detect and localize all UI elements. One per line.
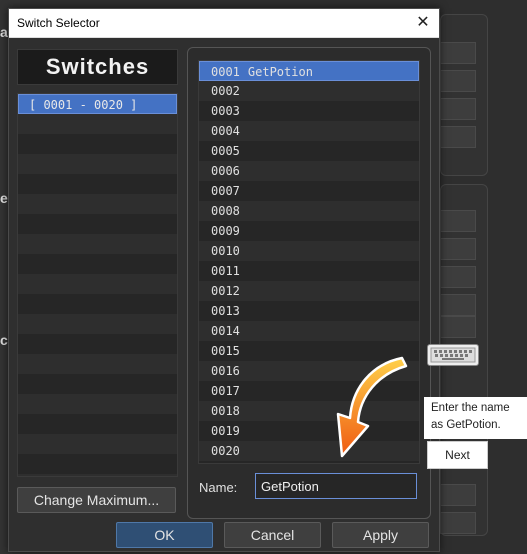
switch-id: 0020 bbox=[211, 444, 240, 458]
tip-line: as GetPotion. bbox=[431, 419, 501, 431]
switch-row[interactable]: 0006 bbox=[199, 161, 419, 181]
background-field bbox=[440, 484, 476, 506]
background-field bbox=[440, 42, 476, 64]
group-item[interactable]: [ 0001 - 0020 ] bbox=[18, 94, 177, 114]
background-field bbox=[440, 266, 476, 288]
background-field bbox=[440, 512, 476, 534]
switch-id: 0019 bbox=[211, 424, 240, 438]
switches-header-label: Switches bbox=[45, 54, 150, 79]
background-text-fragment: e bbox=[0, 190, 8, 206]
switch-id: 0008 bbox=[211, 204, 240, 218]
switch-row[interactable]: 0014 bbox=[199, 321, 419, 341]
switch-id: 0015 bbox=[211, 344, 240, 358]
switch-group-list[interactable]: [ 0001 - 0020 ] bbox=[17, 93, 178, 477]
switch-id: 0011 bbox=[211, 264, 240, 278]
background-field bbox=[440, 126, 476, 148]
switch-id: 0007 bbox=[211, 184, 240, 198]
switch-row[interactable]: 0013 bbox=[199, 301, 419, 321]
switch-row[interactable]: 0012 bbox=[199, 281, 419, 301]
next-button[interactable]: Next bbox=[427, 441, 488, 469]
apply-button[interactable]: Apply bbox=[332, 522, 429, 548]
change-maximum-button[interactable]: Change Maximum... bbox=[17, 487, 176, 513]
switch-row[interactable]: 0004 bbox=[199, 121, 419, 141]
pointer-arrow-icon bbox=[336, 356, 408, 458]
switch-id: 0009 bbox=[211, 224, 240, 238]
switch-row[interactable]: 0001 GetPotion bbox=[199, 61, 419, 81]
background-panel bbox=[440, 14, 488, 176]
dialog-titlebar[interactable]: Switch Selector ✕ bbox=[9, 9, 439, 38]
switch-id: 0003 bbox=[211, 104, 240, 118]
keyboard-icon[interactable] bbox=[427, 344, 479, 366]
switch-row[interactable]: 0003 bbox=[199, 101, 419, 121]
close-icon[interactable]: ✕ bbox=[413, 13, 433, 33]
background-field bbox=[440, 316, 476, 338]
switch-row[interactable]: 0002 bbox=[199, 81, 419, 101]
switch-selector-dialog: Switch Selector ✕ Switches [ 0001 - 0020… bbox=[8, 8, 440, 552]
switch-id: 0005 bbox=[211, 144, 240, 158]
background-field bbox=[440, 294, 476, 316]
switch-row[interactable]: 0007 bbox=[199, 181, 419, 201]
switch-name: GetPotion bbox=[247, 65, 313, 79]
name-input[interactable] bbox=[255, 473, 417, 499]
tutorial-tip: Enter the name as GetPotion. bbox=[424, 397, 527, 439]
background-text-fragment: c bbox=[0, 332, 8, 348]
switch-id: 0018 bbox=[211, 404, 240, 418]
switch-id: 0002 bbox=[211, 84, 240, 98]
switch-id: 0012 bbox=[211, 284, 240, 298]
switch-id: 0004 bbox=[211, 124, 240, 138]
switch-id: 0013 bbox=[211, 304, 240, 318]
background-text-fragment: a bbox=[0, 24, 8, 40]
switch-id: 0014 bbox=[211, 324, 240, 338]
switch-row[interactable]: 0010 bbox=[199, 241, 419, 261]
name-label: Name: bbox=[199, 480, 238, 495]
switch-row[interactable]: 0009 bbox=[199, 221, 419, 241]
cancel-button[interactable]: Cancel bbox=[224, 522, 321, 548]
switch-row[interactable]: 0011 bbox=[199, 261, 419, 281]
ok-button[interactable]: OK bbox=[116, 522, 213, 548]
background-field bbox=[440, 210, 476, 232]
switch-row[interactable]: 0008 bbox=[199, 201, 419, 221]
switch-row[interactable]: 0005 bbox=[199, 141, 419, 161]
dialog-title: Switch Selector bbox=[17, 16, 100, 30]
switch-id: 0006 bbox=[211, 164, 240, 178]
tip-line: Enter the name bbox=[431, 402, 510, 414]
switch-id: 0001 bbox=[211, 65, 240, 79]
switch-id: 0016 bbox=[211, 364, 240, 378]
background-field bbox=[440, 238, 476, 260]
background-field bbox=[440, 98, 476, 120]
switch-id: 0017 bbox=[211, 384, 240, 398]
switches-header: Switches bbox=[17, 49, 178, 85]
switch-id: 0010 bbox=[211, 244, 240, 258]
background-field bbox=[440, 70, 476, 92]
